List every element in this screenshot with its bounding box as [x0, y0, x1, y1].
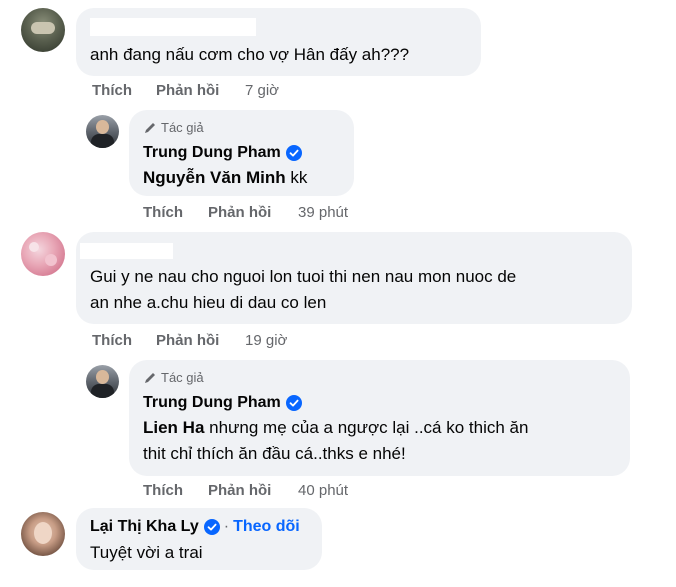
redacted-name — [90, 18, 256, 36]
verified-badge-icon — [285, 395, 302, 411]
comment-time[interactable]: 40 phút — [298, 482, 348, 499]
commenter-avatar[interactable] — [21, 512, 65, 556]
comment-time[interactable]: 7 giờ — [245, 82, 279, 99]
like-button[interactable]: Thích — [92, 332, 132, 349]
comment-text: anh đang nấu cơm cho vợ Hân đấy ah??? — [90, 45, 410, 64]
author-badge-label: Tác giả — [161, 120, 204, 135]
commenter-avatar[interactable] — [21, 8, 65, 52]
comment-time[interactable]: 39 phút — [298, 204, 348, 221]
author-name-text: Trung Dung Pham — [143, 144, 281, 161]
author-name[interactable]: Trung Dung Pham — [143, 144, 302, 162]
reply-button[interactable]: Phản hồi — [156, 82, 219, 99]
reply-text-line-2: thit chỉ thích ăn đầu cá..thks e nhé! — [143, 444, 406, 463]
verified-badge-icon — [285, 145, 302, 161]
commenter-name-text: Lại Thị Kha Ly — [90, 518, 199, 535]
author-name[interactable]: Trung Dung Pham — [143, 394, 302, 412]
verified-badge-icon — [203, 519, 220, 535]
reply-bubble: Tác giả Trung Dung Pham Nguyễn Văn Minh … — [129, 110, 354, 196]
pen-icon — [145, 122, 155, 133]
mention-link[interactable]: Lien Ha — [143, 418, 204, 437]
author-badge-label: Tác giả — [161, 370, 204, 385]
commenter-name[interactable]: Lại Thị Kha Ly · Theo dõi — [90, 518, 300, 536]
commenter-avatar[interactable] — [21, 232, 65, 276]
reply-button[interactable]: Phản hồi — [156, 332, 219, 349]
author-badge: Tác giả — [143, 120, 204, 135]
redacted-name — [80, 243, 173, 259]
comment-bubble: Lại Thị Kha Ly · Theo dõi Tuyệt vời a tr… — [76, 508, 322, 570]
reply-text-line-1: Lien Ha nhưng mẹ của a ngược lại ..cá ko… — [143, 416, 528, 440]
author-avatar[interactable] — [86, 115, 119, 148]
reply-button[interactable]: Phản hồi — [208, 482, 271, 499]
like-button[interactable]: Thích — [92, 82, 132, 99]
reply-text-body: nhưng mẹ của a ngược lại ..cá ko thich ă… — [204, 418, 529, 437]
reply-bubble: Tác giả Trung Dung Pham Lien Ha nhưng mẹ… — [129, 360, 630, 476]
like-button[interactable]: Thích — [143, 204, 183, 221]
author-name-text: Trung Dung Pham — [143, 394, 281, 411]
comment-text-line-1: Gui y ne nau cho nguoi lon tuoi thi nen … — [90, 267, 517, 286]
pen-icon — [145, 372, 155, 383]
author-avatar[interactable] — [86, 365, 119, 398]
comment-bubble: anh đang nấu cơm cho vợ Hân đấy ah??? — [76, 8, 481, 76]
separator-dot: · — [223, 518, 230, 535]
comment-text: Tuyệt vời a trai — [90, 543, 203, 562]
comment-bubble: Gui y ne nau cho nguoi lon tuoi thi nen … — [76, 232, 632, 324]
comment-time[interactable]: 19 giờ — [245, 332, 287, 349]
reply-text: Nguyễn Văn Minh kk — [143, 166, 307, 190]
like-button[interactable]: Thích — [143, 482, 183, 499]
follow-button[interactable]: Theo dõi — [233, 518, 300, 536]
mention-link[interactable]: Nguyễn Văn Minh — [143, 168, 286, 187]
reply-text-body: kk — [285, 168, 308, 187]
author-badge: Tác giả — [143, 370, 204, 385]
comment-text-line-2: an nhe a.chu hieu di dau co len — [90, 293, 327, 312]
reply-button[interactable]: Phản hồi — [208, 204, 271, 221]
